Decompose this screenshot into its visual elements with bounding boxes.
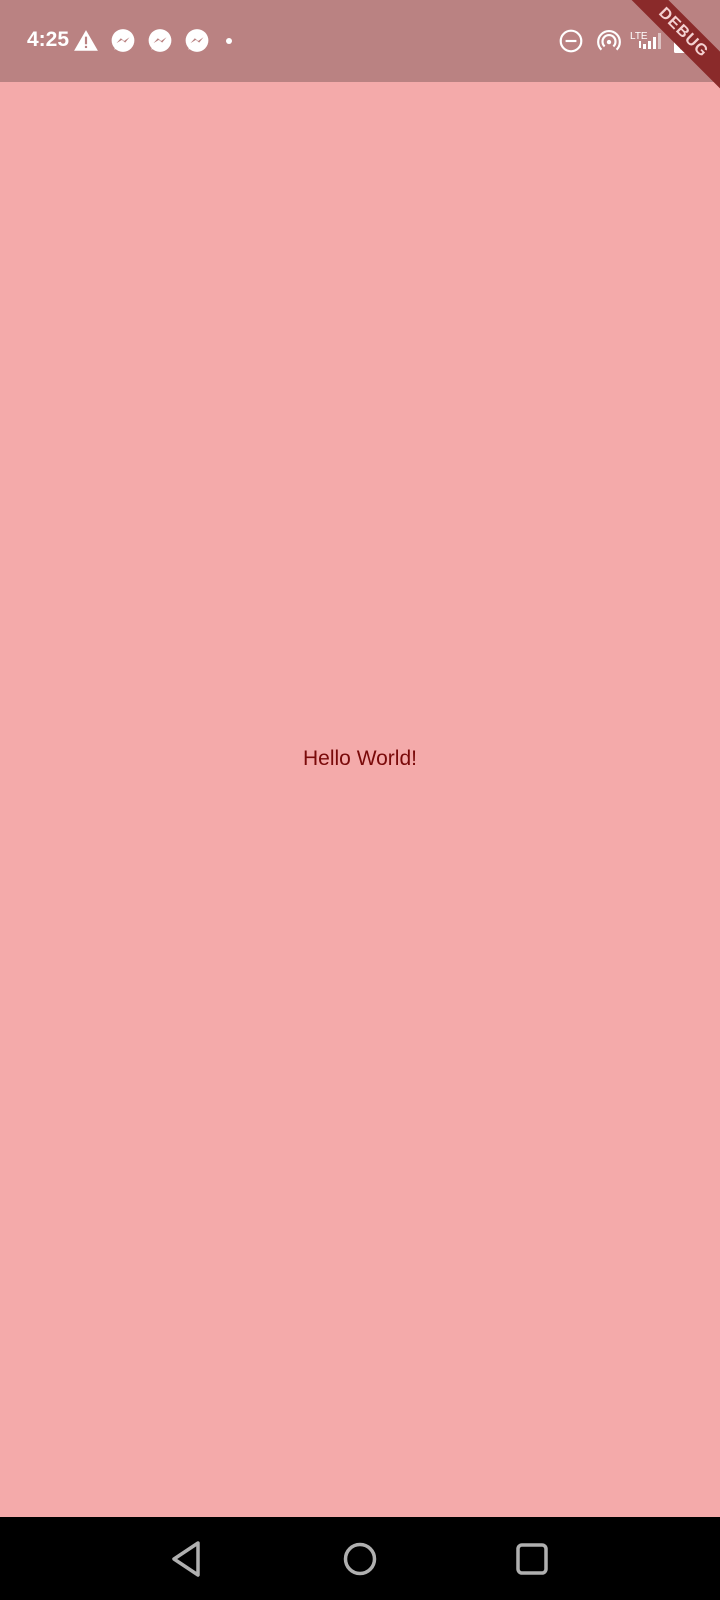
warning-icon — [73, 28, 99, 54]
network-label: LTE — [630, 31, 648, 42]
lte-signal-icon: LTE — [630, 28, 664, 54]
main-content: Hello World! — [0, 82, 720, 1517]
battery-charging-icon — [672, 28, 690, 54]
recents-icon[interactable] — [510, 1537, 554, 1581]
hotspot-icon — [596, 28, 622, 54]
app-screen: 4:25 LTE DEBUG Hello World! — [0, 0, 720, 1600]
hello-text: Hello World! — [303, 747, 417, 770]
navigation-bar — [0, 1517, 720, 1600]
status-bar: 4:25 LTE — [0, 0, 720, 82]
messenger-icon — [110, 28, 136, 54]
do-not-disturb-icon — [558, 28, 584, 54]
messenger-icon — [184, 28, 210, 54]
messenger-icon — [147, 28, 173, 54]
notification-dot-icon — [222, 28, 236, 54]
back-icon[interactable] — [165, 1537, 209, 1581]
status-time: 4:25 — [27, 28, 70, 51]
home-icon[interactable] — [338, 1537, 382, 1581]
